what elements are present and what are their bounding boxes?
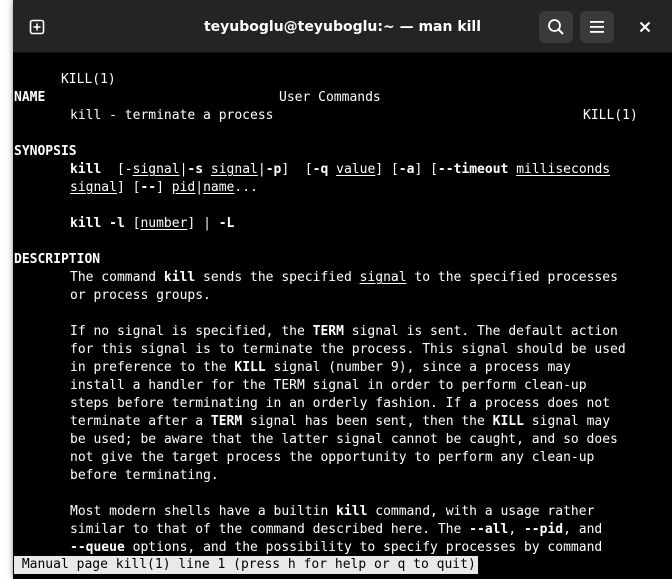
section-name-heading: NAME — [14, 90, 46, 105]
window-title: teyuboglu@teyuboglu:~ — man kill — [203, 19, 482, 35]
synopsis-option: -q — [312, 162, 329, 177]
description-line: The command kill sends the specified sig… — [70, 269, 618, 287]
synopsis-text — [203, 162, 211, 177]
description-line: install a handler for the TERM signal in… — [70, 378, 587, 393]
description-line: similar to that of the command described… — [70, 521, 602, 539]
synopsis-arg: value — [336, 162, 376, 177]
synopsis-text: ] [ — [414, 162, 438, 177]
description-bold: TERM — [210, 414, 243, 429]
terminal-output[interactable]: KILL(1) User Commands KILL(1) NAME kill … — [13, 53, 672, 579]
description-underline: signal — [359, 270, 407, 285]
synopsis-option: -L — [218, 216, 235, 231]
description-text: command, with a usage rather — [367, 504, 595, 519]
synopsis-text: - — [124, 162, 133, 177]
name-text: kill - terminate a process — [70, 108, 274, 123]
synopsis-line-3: kill -l [number] | -L — [70, 215, 234, 233]
description-line: steps before terminating in an orderly f… — [70, 396, 611, 411]
synopsis-text: | — [195, 180, 204, 195]
description-line: Most modern shells have a builtin kill c… — [70, 503, 594, 521]
plus-square-icon — [29, 19, 45, 35]
description-line: --queue options, and the possibility to … — [70, 539, 602, 557]
description-text: in preference to the — [70, 360, 235, 375]
description-line: in preference to the KILL signal (number… — [70, 359, 571, 377]
synopsis-arg: signal — [132, 162, 180, 177]
synopsis-cmd: kill — [70, 216, 102, 231]
description-bold: --all — [469, 522, 509, 537]
synopsis-text: ] | — [187, 216, 219, 231]
title-bar: teyuboglu@teyuboglu:~ — man kill — [13, 0, 672, 53]
pager-status-line: Manual page kill(1) line 1 (press h for … — [14, 556, 478, 574]
synopsis-arg: number — [140, 216, 188, 231]
synopsis-option: -l — [109, 216, 125, 231]
description-line: terminate after a TERM signal has been s… — [70, 413, 610, 431]
synopsis-option: --timeout — [437, 162, 509, 177]
description-text: options, and the possibility to specify … — [124, 540, 603, 555]
close-icon — [639, 21, 651, 33]
synopsis-text: [ — [124, 216, 141, 231]
section-description-heading: DESCRIPTION — [14, 252, 101, 267]
search-button[interactable] — [539, 11, 573, 43]
description-bold: TERM — [312, 324, 344, 339]
synopsis-text: ] — [156, 180, 172, 195]
window-title-area: teyuboglu@teyuboglu:~ — man kill — [13, 0, 672, 52]
search-icon — [548, 19, 564, 35]
description-bold: --pid — [523, 522, 564, 537]
synopsis-option: -p — [265, 162, 282, 177]
man-header: KILL(1) User Commands KILL(1) — [14, 53, 664, 123]
header-left: KILL(1) — [60, 72, 116, 87]
new-tab-button[interactable] — [20, 11, 54, 43]
description-text: signal is sent. The default action — [343, 324, 618, 339]
description-line: not give the target process the opportun… — [70, 450, 595, 465]
description-text: If no signal is specified, the — [70, 324, 313, 339]
description-line: before terminating. — [70, 468, 219, 483]
description-bold: KILL — [234, 360, 266, 375]
hamburger-menu-icon — [590, 21, 604, 33]
synopsis-line-2: signal] [--] pid|name... — [70, 179, 258, 197]
description-bold: --queue — [70, 540, 125, 555]
synopsis-text — [101, 216, 109, 231]
synopsis-arg: signal — [210, 162, 258, 177]
synopsis-text: ] [ — [116, 180, 141, 195]
description-text: sends the specified — [195, 270, 360, 285]
description-bold: kill — [163, 270, 196, 285]
synopsis-text: | — [257, 162, 266, 177]
synopsis-text: ... — [234, 180, 258, 195]
header-center: User Commands — [279, 90, 381, 105]
description-line: for this signal is to terminate the proc… — [70, 342, 626, 357]
description-line: or process groups. — [70, 288, 211, 303]
synopsis-line-1: kill [-signal|-s signal|-p] [-q value] [… — [70, 161, 610, 179]
description-text: terminate after a — [70, 414, 211, 429]
description-line: If no signal is specified, the TERM sign… — [70, 323, 618, 341]
synopsis-text: [ — [101, 162, 125, 177]
synopsis-cmd: kill — [70, 162, 102, 177]
description-text: similar to that of the command described… — [70, 522, 470, 537]
synopsis-option: -a — [398, 162, 415, 177]
synopsis-text: ] [ — [375, 162, 399, 177]
terminal-window: teyuboglu@teyuboglu:~ — man kill KILL(1) — [13, 0, 672, 579]
section-synopsis-heading: SYNOPSIS — [14, 144, 77, 159]
synopsis-arg: name — [203, 180, 235, 195]
synopsis-arg: signal — [70, 180, 117, 195]
close-button[interactable] — [629, 11, 661, 43]
description-line: be used; be aware that the latter signal… — [70, 432, 618, 447]
synopsis-arg: pid — [171, 180, 196, 195]
synopsis-option: -s — [187, 162, 204, 177]
description-bold: KILL — [492, 414, 524, 429]
description-text: The command — [70, 270, 164, 285]
description-text: , — [508, 522, 524, 537]
description-text: to the specified processes — [406, 270, 618, 285]
description-text: signal may — [523, 414, 611, 429]
synopsis-arg: milliseconds — [516, 162, 611, 177]
description-text: , and — [563, 522, 603, 537]
description-bold: kill — [336, 504, 368, 519]
synopsis-text — [328, 162, 336, 177]
synopsis-text: ] [ — [281, 162, 313, 177]
description-text: signal (number 9), since a process may — [265, 360, 571, 375]
menu-button[interactable] — [580, 11, 614, 43]
synopsis-option: -- — [140, 180, 157, 195]
header-right: KILL(1) — [583, 108, 638, 123]
description-text: Most modern shells have a builtin — [70, 504, 337, 519]
description-text: signal has been sent, then the — [242, 414, 493, 429]
